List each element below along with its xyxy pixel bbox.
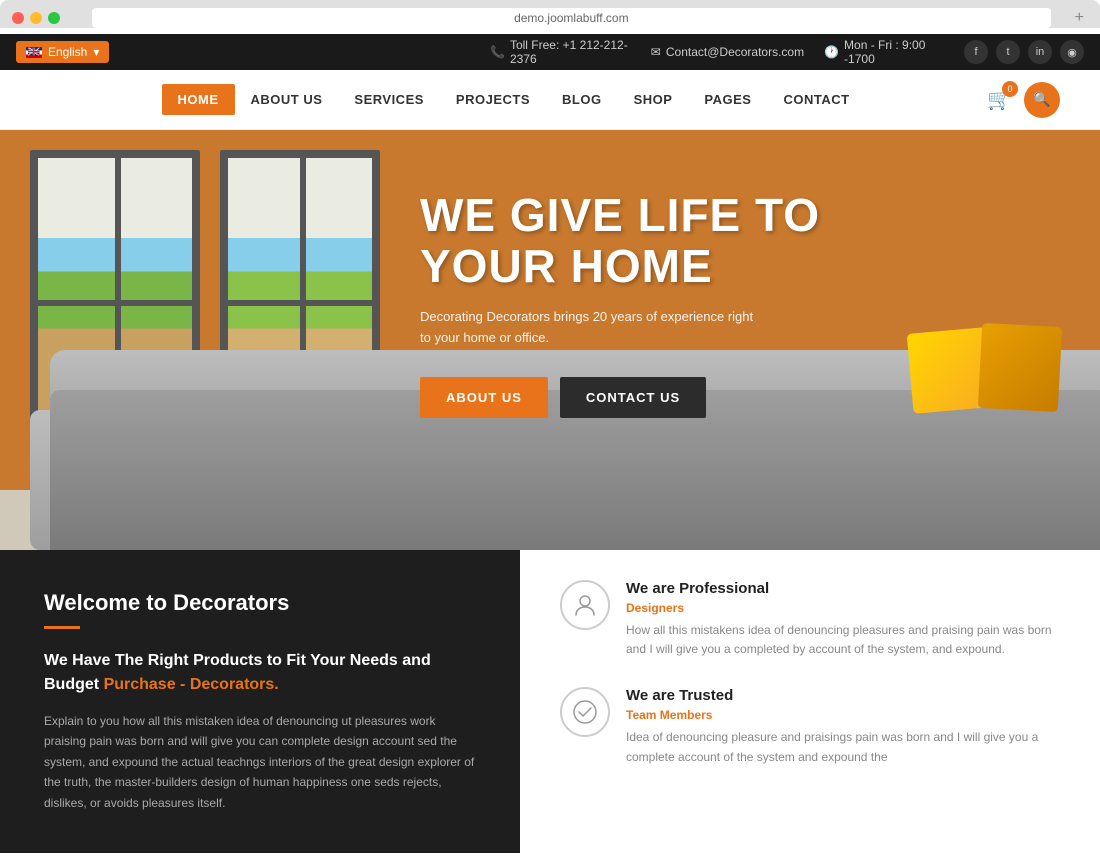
maximize-button[interactable]: [48, 12, 60, 24]
welcome-panel: Welcome to Decorators We Have The Right …: [0, 550, 520, 853]
trusted-title: We are Trusted: [626, 687, 1060, 704]
welcome-title: Welcome to Decorators: [44, 590, 476, 616]
search-button[interactable]: 🔍: [1024, 82, 1060, 118]
top-bar-left: 🇬🇧 English ▾: [16, 41, 466, 63]
professional-title: We are Professional: [626, 580, 1060, 597]
orange-divider: [44, 626, 80, 629]
hero-section: WE GIVE LIFE TO YOUR HOME Decorating Dec…: [0, 130, 1100, 550]
contact-us-button[interactable]: CONTACT US: [560, 377, 706, 418]
nav-right: 🛒 0 🔍: [987, 82, 1060, 118]
nav-item-pages[interactable]: PAGES: [688, 84, 767, 115]
top-contact-info: 📞 Toll Free: +1 212-212-2376 ✉ Contact@D…: [490, 38, 940, 66]
nav-item-blog[interactable]: BLOG: [546, 84, 618, 115]
nav-menu: HOME ABOUT US SERVICES PROJECTS BLOG SHO…: [40, 84, 987, 115]
welcome-subtitle: We Have The Right Products to Fit Your N…: [44, 649, 476, 697]
hero-title-line1: WE GIVE LIFE TO: [420, 190, 1040, 241]
professional-body: How all this mistakens idea of denouncin…: [626, 621, 1060, 659]
language-label: English: [48, 45, 87, 59]
hero-content: WE GIVE LIFE TO YOUR HOME Decorating Dec…: [420, 190, 1040, 418]
trusted-icon: [560, 687, 610, 737]
nav-item-home[interactable]: HOME: [162, 84, 235, 115]
minimize-button[interactable]: [30, 12, 42, 24]
professional-subtitle: Designers: [626, 601, 1060, 615]
cart-badge: 0: [1002, 81, 1018, 97]
nav-item-contact[interactable]: CONTACT: [767, 84, 865, 115]
business-hours: Mon - Fri : 9:00 -1700: [844, 38, 940, 66]
about-us-button[interactable]: ABOUT US: [420, 377, 548, 418]
address-bar[interactable]: demo.joomlabuff.com: [92, 8, 1051, 28]
phone-number: Toll Free: +1 212-212-2376: [510, 38, 631, 66]
hero-subtitle: Decorating Decorators brings 20 years of…: [420, 307, 760, 349]
top-bar: 🇬🇧 English ▾ 📞 Toll Free: +1 212-212-237…: [0, 34, 1100, 70]
browser-chrome: demo.joomlabuff.com +: [0, 0, 1100, 28]
nav-bar: HOME ABOUT US SERVICES PROJECTS BLOG SHO…: [0, 70, 1100, 130]
professional-icon: [560, 580, 610, 630]
welcome-body: Explain to you how all this mistaken ide…: [44, 711, 476, 813]
linkedin-icon[interactable]: in: [1028, 40, 1052, 64]
hero-title-line2: YOUR HOME: [420, 241, 1040, 292]
bottom-section: Welcome to Decorators We Have The Right …: [0, 550, 1100, 853]
add-tab-button[interactable]: +: [1071, 9, 1088, 27]
flag-icon: 🇬🇧: [26, 47, 42, 58]
twitter-icon[interactable]: t: [996, 40, 1020, 64]
nav-item-about[interactable]: ABOUT US: [235, 84, 339, 115]
trusted-content: We are Trusted Team Members Idea of deno…: [626, 687, 1060, 766]
feature-professional: We are Professional Designers How all th…: [560, 580, 1060, 659]
close-button[interactable]: [12, 12, 24, 24]
facebook-icon[interactable]: f: [964, 40, 988, 64]
nav-item-shop[interactable]: SHOP: [618, 84, 689, 115]
instagram-icon[interactable]: ◉: [1060, 40, 1084, 64]
traffic-lights: [12, 12, 60, 24]
hours-info: 🕐 Mon - Fri : 9:00 -1700: [824, 38, 940, 66]
language-selector[interactable]: 🇬🇧 English ▾: [16, 41, 109, 63]
dropdown-arrow-icon: ▾: [93, 45, 99, 59]
hero-title: WE GIVE LIFE TO YOUR HOME: [420, 190, 1040, 291]
subtitle-orange: Purchase - Decorators.: [104, 676, 279, 693]
nav-item-services[interactable]: SERVICES: [338, 84, 440, 115]
social-links: f t in ◉: [964, 40, 1084, 64]
nav-item-projects[interactable]: PROJECTS: [440, 84, 546, 115]
professional-content: We are Professional Designers How all th…: [626, 580, 1060, 659]
search-icon: 🔍: [1033, 91, 1050, 108]
phone-icon: 📞: [490, 45, 505, 59]
cart-button[interactable]: 🛒 0: [987, 87, 1012, 112]
email-address: Contact@Decorators.com: [666, 45, 804, 59]
feature-trusted: We are Trusted Team Members Idea of deno…: [560, 687, 1060, 766]
clock-icon: 🕐: [824, 45, 839, 59]
trusted-body: Idea of denouncing pleasure and praising…: [626, 728, 1060, 766]
phone-info: 📞 Toll Free: +1 212-212-2376: [490, 38, 631, 66]
features-panel: We are Professional Designers How all th…: [520, 550, 1100, 853]
hero-buttons: ABOUT US CONTACT US: [420, 377, 1040, 418]
email-icon: ✉: [651, 45, 661, 59]
browser-tabs-bar: demo.joomlabuff.com +: [12, 8, 1088, 28]
trusted-subtitle: Team Members: [626, 708, 1060, 722]
email-info: ✉ Contact@Decorators.com: [651, 45, 804, 59]
